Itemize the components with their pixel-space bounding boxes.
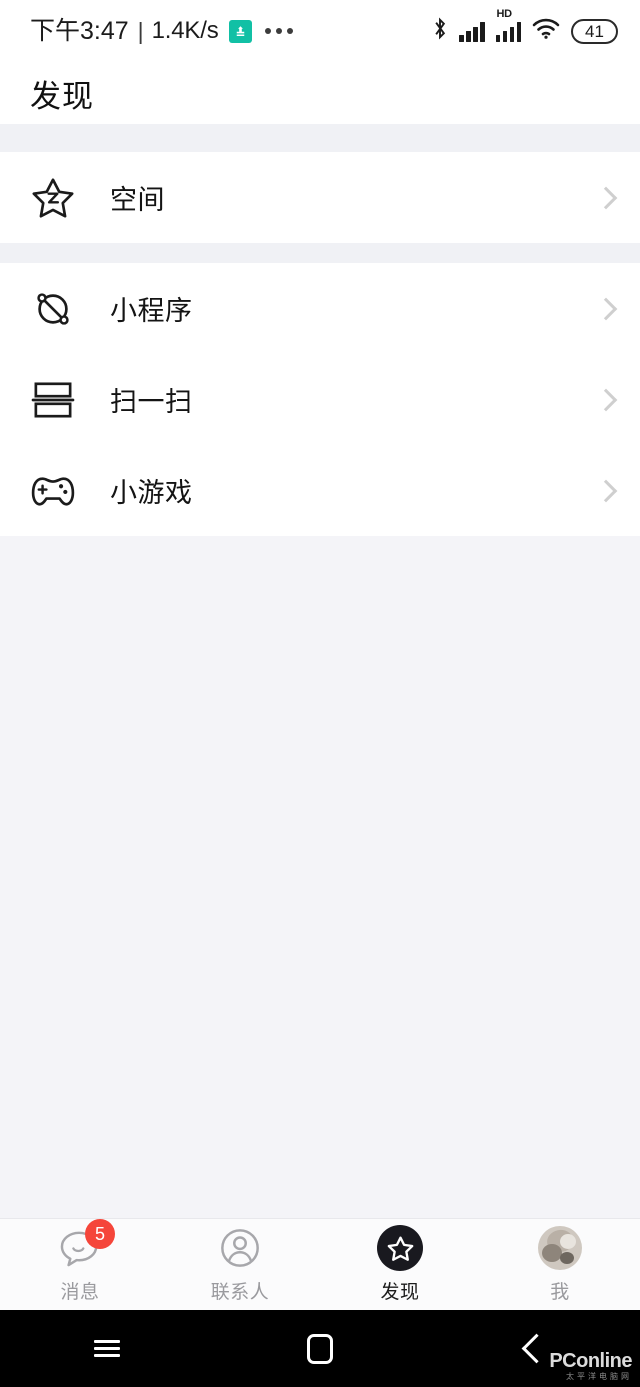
status-bar-left: 下午3:47 | 1.4K/s: [30, 16, 293, 45]
gamepad-icon: [28, 466, 78, 516]
page-title: 发现: [30, 78, 94, 114]
watermark-brand: PConline: [549, 1350, 632, 1372]
menu-icon: [93, 1336, 120, 1361]
status-bar-right: HD 41: [432, 8, 618, 46]
back-chevron-icon: [521, 1333, 552, 1364]
chevron-right-icon: [592, 478, 618, 504]
status-separator: |: [137, 17, 144, 44]
chevron-right-icon: [592, 296, 618, 322]
section-gap-top: [0, 124, 640, 152]
qzone-star-icon: [28, 173, 78, 223]
tab-discover[interactable]: 发现: [320, 1219, 480, 1310]
bluetooth-icon: [432, 16, 448, 46]
android-nav-bar: PConline 太平洋电脑网: [0, 1310, 640, 1387]
watermark: PConline 太平洋电脑网: [549, 1351, 632, 1381]
content-empty-area: [0, 536, 640, 1218]
phone-screen: 下午3:47 | 1.4K/s HD 41 发现 空间 小程序 扫一扫 小游戏 …: [0, 0, 640, 1387]
tab-contacts[interactable]: 联系人: [160, 1219, 320, 1310]
tab-label: 联系人: [210, 1282, 270, 1303]
nav-home-button[interactable]: [213, 1310, 426, 1387]
chevron-right-icon: [592, 185, 618, 211]
list-item-mini-program[interactable]: 小程序: [0, 263, 640, 354]
chat-bubble-icon: 5: [57, 1219, 115, 1271]
page-header: 发现: [0, 62, 640, 124]
more-dots-icon: [264, 28, 293, 34]
list-item-label: 空间: [110, 185, 165, 215]
list-item-mini-game[interactable]: 小游戏: [0, 445, 640, 536]
scan-icon: [28, 375, 78, 425]
chevron-right-icon: [592, 387, 618, 413]
profile-avatar-icon: [537, 1225, 583, 1271]
list-item-label: 小程序: [110, 296, 193, 326]
tab-profile[interactable]: 我: [480, 1219, 640, 1310]
hd-signal-bars-icon: HD: [495, 8, 521, 42]
wifi-icon: [532, 17, 560, 45]
nav-menu-button[interactable]: [0, 1310, 213, 1387]
status-bar: 下午3:47 | 1.4K/s HD 41: [0, 0, 640, 62]
status-badge: 5: [85, 1219, 115, 1249]
bottom-tab-bar: 5 消息 联系人 发现 我: [0, 1218, 640, 1310]
discover-section-1: 空间: [0, 152, 640, 243]
list-item-label: 扫一扫: [110, 387, 193, 417]
tab-messages[interactable]: 5 消息: [0, 1219, 160, 1310]
list-item-label: 小游戏: [110, 478, 193, 508]
contacts-person-icon: [217, 1225, 263, 1271]
mini-program-orbit-icon: [28, 284, 78, 334]
tab-label: 我: [550, 1282, 570, 1303]
green-app-badge-icon: [228, 19, 252, 43]
network-speed-text: 1.4K/s: [151, 17, 219, 44]
tab-label: 发现: [380, 1282, 420, 1303]
battery-indicator: 41: [571, 18, 618, 44]
hd-label: HD: [496, 7, 513, 20]
discover-section-2: 小程序 扫一扫 小游戏: [0, 263, 640, 536]
list-item-scan[interactable]: 扫一扫: [0, 354, 640, 445]
watermark-subtitle: 太平洋电脑网: [566, 1372, 632, 1381]
signal-bars-icon: [459, 21, 485, 42]
battery-level-text: 41: [585, 21, 604, 41]
list-item-qzone[interactable]: 空间: [0, 152, 640, 243]
discover-star-icon: [377, 1225, 423, 1271]
section-gap-middle: [0, 243, 640, 263]
home-square-icon: [306, 1333, 333, 1364]
status-time: 下午3:47: [30, 16, 129, 45]
avatar: [538, 1226, 582, 1270]
tab-label: 消息: [60, 1282, 100, 1303]
